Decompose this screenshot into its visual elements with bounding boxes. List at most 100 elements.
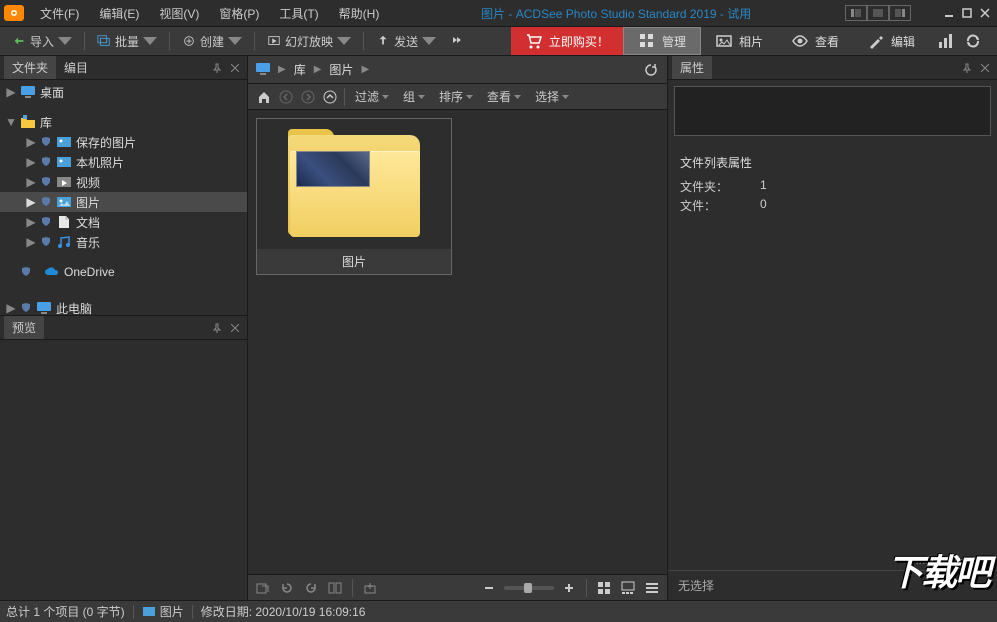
slideshow-label: 幻灯放映 [285,33,333,50]
pin-icon[interactable] [959,60,975,76]
breadcrumb-root-icon[interactable] [254,60,274,80]
expand-arrow-icon[interactable]: ▶ [6,303,16,313]
home-button[interactable] [254,87,274,107]
collapse-arrow-icon[interactable]: ▼ [6,117,16,127]
tree-this-pc[interactable]: ▶ 此电脑 [0,298,247,315]
maximize-button[interactable] [959,6,975,20]
tree-desktop[interactable]: ▶ 桌面 [0,82,247,102]
create-button[interactable]: 创建 [176,30,248,53]
close-panel-icon[interactable] [227,60,243,76]
edit-tab[interactable]: 编辑 [853,27,929,55]
slideshow-button[interactable]: 幻灯放映 [261,30,357,53]
tree-onedrive[interactable]: OneDrive [0,262,247,282]
expand-arrow-icon[interactable]: ▶ [26,197,36,207]
expand-arrow-icon[interactable]: ▶ [26,177,36,187]
menu-edit[interactable]: 编辑(E) [91,2,147,25]
folders-tab[interactable]: 文件夹 [4,56,56,79]
workspace-1[interactable] [845,5,867,21]
dashboard-icon[interactable] [937,32,955,50]
tree-pictures[interactable]: ▶ 图片 [0,192,247,212]
titlebar: 文件(F) 编辑(E) 视图(V) 窗格(P) 工具(T) 帮助(H) 图片 -… [0,0,997,26]
expand-arrow-icon[interactable]: ▶ [26,237,36,247]
properties-tab[interactable]: 属性 [672,56,712,79]
tree-library[interactable]: ▼ 库 [0,112,247,132]
manage-tab[interactable]: 管理 [623,27,701,55]
menu-file[interactable]: 文件(F) [32,2,87,25]
toolbar-overflow[interactable] [446,34,468,49]
details-view-icon[interactable] [643,579,661,597]
status-bar: 总计 1 个项目 (0 字节) 图片 修改日期: 2020/10/19 16:0… [0,600,997,622]
filmstrip-view-icon[interactable] [619,579,637,597]
expand-arrow-icon[interactable]: ▶ [26,217,36,227]
zoom-out-icon[interactable] [480,579,498,597]
batch-button[interactable]: 批量 [91,30,163,53]
left-panel: 文件夹 编目 ▶ 桌面 ▼ 库 ▶ [0,56,248,600]
view-tab[interactable]: 查看 [777,27,853,55]
property-row: 文件： 0 [680,196,985,215]
tree-label: 图片 [76,194,100,211]
thumbnail-area[interactable]: 图片 [248,110,667,574]
expand-arrow-icon[interactable]: ▶ [26,157,36,167]
close-panel-icon[interactable] [227,320,243,336]
shield-icon [40,156,52,168]
tree-videos[interactable]: ▶ 视频 [0,172,247,192]
select-dropdown[interactable]: 选择 [529,86,575,107]
pin-icon[interactable] [209,320,225,336]
group-dropdown[interactable]: 组 [397,86,431,107]
sort-dropdown[interactable]: 排序 [433,86,479,107]
rotate-right-icon[interactable] [302,579,320,597]
refresh-button[interactable] [641,60,661,80]
expand-arrow-icon[interactable]: ▶ [26,137,36,147]
workspace-2[interactable] [867,5,889,21]
shield-icon [40,176,52,188]
add-to-basket-icon[interactable] [361,579,379,597]
catalog-tab[interactable]: 编目 [56,56,96,79]
back-button[interactable] [276,87,296,107]
property-row: 文件夹： 1 [680,177,985,196]
menu-tools[interactable]: 工具(T) [271,2,326,25]
folder-thumbnail[interactable]: 图片 [256,118,452,275]
preview-box [674,86,991,136]
status-total: 总计 1 个项目 (0 字节) [6,603,125,620]
up-button[interactable] [320,87,340,107]
desktop-icon [20,85,36,99]
library-icon [20,115,36,129]
external-edit-icon[interactable] [254,579,272,597]
tree-documents[interactable]: ▶ 文档 [0,212,247,232]
cloud-icon [44,265,60,279]
zoom-slider[interactable] [504,586,554,590]
tree-saved-pictures[interactable]: ▶ 保存的图片 [0,132,247,152]
send-button[interactable]: 发送 [370,30,442,53]
photo-tab[interactable]: 相片 [701,27,777,55]
separator [586,579,587,597]
menu-view[interactable]: 视图(V) [151,2,207,25]
rotate-left-icon[interactable] [278,579,296,597]
forward-button[interactable] [298,87,318,107]
thumbnails-view-icon[interactable] [595,579,613,597]
tree-camera-roll[interactable]: ▶ 本机照片 [0,152,247,172]
menu-help[interactable]: 帮助(H) [331,2,388,25]
buy-now-tab[interactable]: 立即购买！ [511,27,623,55]
breadcrumb-pictures[interactable]: 图片 [325,59,357,80]
close-panel-icon[interactable] [977,60,993,76]
import-label: 导入 [30,33,54,50]
preview-tab[interactable]: 预览 [4,316,44,339]
pin-icon[interactable] [209,60,225,76]
batch-label: 批量 [115,33,139,50]
sync-icon[interactable] [963,32,983,50]
close-button[interactable] [977,6,993,20]
workspace-3[interactable] [889,5,911,21]
pictures-icon [56,135,72,149]
view-dropdown[interactable]: 查看 [481,86,527,107]
breadcrumb-library[interactable]: 库 [290,59,310,80]
filter-dropdown[interactable]: 过滤 [349,86,395,107]
expand-arrow-icon[interactable]: ▶ [6,87,16,97]
tree-label: 此电脑 [56,300,92,316]
compare-icon[interactable] [326,579,344,597]
window-title: 图片 - ACDSee Photo Studio Standard 2019 -… [387,5,845,22]
zoom-in-icon[interactable] [560,579,578,597]
tree-music[interactable]: ▶ 音乐 [0,232,247,252]
menu-panes[interactable]: 窗格(P) [211,2,267,25]
minimize-button[interactable] [941,6,957,20]
import-button[interactable]: 导入 [6,30,78,53]
